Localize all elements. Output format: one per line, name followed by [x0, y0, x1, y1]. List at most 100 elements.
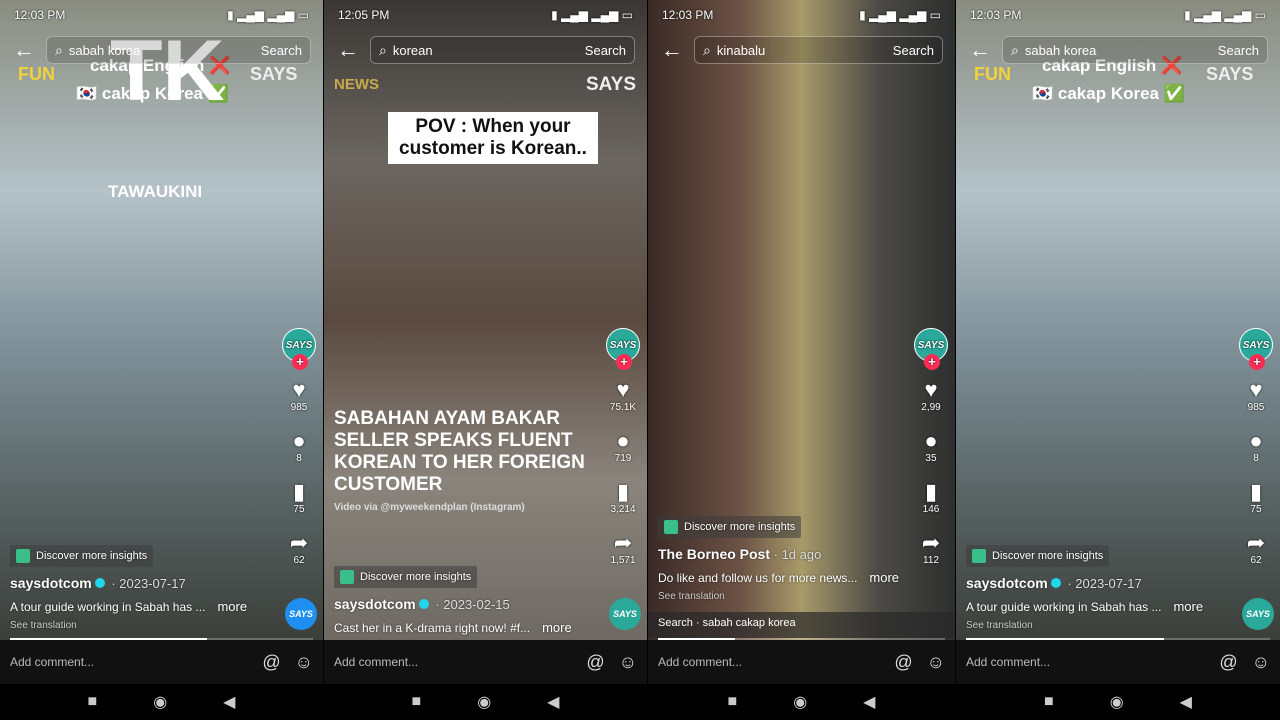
share-button[interactable]: ➦ 112	[922, 531, 940, 567]
music-disc[interactable]: SAYS	[285, 598, 317, 630]
search-input[interactable]: ⌕ korean Search	[370, 36, 635, 64]
search-button[interactable]: Search	[893, 43, 934, 58]
video-player[interactable]	[324, 0, 647, 640]
search-input[interactable]: ⌕ sabah korea Search	[46, 36, 311, 64]
at-icon[interactable]: @	[894, 652, 912, 673]
home-button[interactable]: ◉	[153, 692, 167, 712]
back-button[interactable]: ◀	[1180, 692, 1192, 712]
follow-plus-icon[interactable]: +	[1249, 354, 1265, 370]
discover-insights-chip[interactable]: Discover more insights	[658, 516, 802, 538]
status-time: 12:03 PM	[970, 8, 1022, 22]
back-arrow-icon[interactable]: ←	[10, 37, 38, 63]
search-button[interactable]: Search	[1218, 43, 1259, 58]
save-button[interactable]: ▮ 75	[1250, 480, 1262, 516]
discover-insights-chip[interactable]: Discover more insights	[10, 545, 154, 567]
save-button[interactable]: ▮ 75	[293, 480, 305, 516]
tiktok-phone-panel: FUN SAYS cakap English ❌ 🇰🇷 cakap Korea ✅ 12…	[956, 0, 1280, 720]
like-button[interactable]: ♥ 75.1K	[610, 378, 636, 414]
search-query: sabah korea	[68, 42, 141, 58]
follow-plus-icon[interactable]: +	[292, 354, 308, 370]
video-info: Discover more insights saysdotcom · 2023-…	[966, 545, 1226, 631]
see-translation-link[interactable]: See translation	[966, 620, 1226, 631]
comment-button[interactable]: ● 35	[924, 428, 938, 465]
add-comment-input[interactable]: Add comment...	[334, 655, 572, 669]
comment-button[interactable]: ● 8	[292, 429, 305, 465]
related-search-bar[interactable]: Search · sabah cakap korea	[648, 612, 955, 638]
comment-icon: ●	[924, 428, 938, 453]
author-name[interactable]: saysdotcom	[10, 575, 92, 591]
home-button[interactable]: ◉	[793, 692, 807, 712]
discover-insights-chip[interactable]: Discover more insights	[334, 566, 478, 588]
creator-avatar[interactable]: SAYS +	[606, 328, 640, 370]
author-name[interactable]: The Borneo Post	[658, 546, 770, 562]
follow-plus-icon[interactable]: +	[924, 354, 940, 370]
more-link[interactable]: more	[542, 620, 572, 635]
follow-plus-icon[interactable]: +	[616, 354, 632, 370]
back-button[interactable]: ◀	[223, 692, 235, 712]
top-search-bar: ← ⌕ sabah korea Search	[966, 36, 1268, 64]
comment-button[interactable]: ● 719	[614, 428, 632, 465]
share-button[interactable]: ➦ 62	[289, 530, 309, 567]
see-translation-link[interactable]: See translation	[658, 591, 901, 602]
recents-button[interactable]: ■	[1044, 693, 1054, 711]
see-translation-link[interactable]: See translation	[10, 620, 269, 631]
add-comment-input[interactable]: Add comment...	[10, 655, 248, 669]
creator-avatar[interactable]: SAYS +	[282, 328, 316, 370]
save-button[interactable]: ▮ 3,214	[610, 480, 636, 516]
back-button[interactable]: ◀	[547, 692, 559, 712]
share-icon: ➦	[289, 530, 309, 555]
separator: ·	[431, 597, 444, 612]
share-icon: ➦	[613, 530, 633, 555]
like-button[interactable]: ♥ 985	[1248, 378, 1265, 414]
search-input[interactable]: ⌕ kinabalu Search	[694, 36, 943, 64]
discover-label: Discover more insights	[992, 550, 1104, 562]
share-button[interactable]: ➦ 1,571	[610, 530, 635, 567]
back-arrow-icon[interactable]: ←	[334, 37, 362, 63]
author-name[interactable]: saysdotcom	[334, 596, 416, 612]
action-rail: SAYS + ♥ 985 ● 8 ▮ 75 ➦ 62	[279, 328, 319, 566]
add-comment-input[interactable]: Add comment...	[658, 655, 880, 669]
action-count: 719	[614, 453, 632, 464]
action-rail: SAYS + ♥ 2,99 ● 35 ▮ 146 ➦ 112	[911, 328, 951, 566]
back-arrow-icon[interactable]: ←	[966, 37, 994, 63]
back-button[interactable]: ◀	[863, 692, 875, 712]
action-count: 3,214	[610, 504, 636, 515]
emoji-icon[interactable]: ☺	[1252, 652, 1270, 673]
comment-button[interactable]: ● 8	[1249, 429, 1262, 465]
back-arrow-icon[interactable]: ←	[658, 37, 686, 63]
discover-label: Discover more insights	[360, 571, 472, 583]
author-name[interactable]: saysdotcom	[966, 575, 1048, 591]
emoji-icon[interactable]: ☺	[295, 652, 313, 673]
at-icon[interactable]: @	[586, 652, 604, 673]
search-button[interactable]: Search	[585, 43, 626, 58]
more-link[interactable]: more	[869, 570, 899, 585]
search-input[interactable]: ⌕ sabah korea Search	[1002, 36, 1268, 64]
like-button[interactable]: ♥ 985	[291, 378, 308, 414]
recents-button[interactable]: ■	[88, 693, 98, 711]
comment-icon: ●	[616, 428, 630, 453]
music-disc[interactable]: SAYS	[1242, 598, 1274, 630]
music-disc[interactable]: SAYS	[609, 598, 641, 630]
like-button[interactable]: ♥ 2,99	[921, 378, 940, 414]
related-search-text: Search · sabah cakap korea	[658, 617, 796, 629]
search-button[interactable]: Search	[261, 43, 302, 58]
more-link[interactable]: more	[1173, 599, 1203, 614]
share-button[interactable]: ➦ 62	[1247, 531, 1265, 567]
home-button[interactable]: ◉	[1110, 692, 1124, 712]
creator-avatar[interactable]: SAYS +	[1239, 328, 1273, 370]
at-icon[interactable]: @	[262, 652, 280, 673]
recents-button[interactable]: ■	[412, 693, 422, 711]
discover-insights-chip[interactable]: Discover more insights	[966, 545, 1110, 567]
more-link[interactable]: more	[217, 599, 247, 614]
emoji-icon[interactable]: ☺	[927, 652, 945, 673]
home-button[interactable]: ◉	[477, 692, 491, 712]
emoji-icon[interactable]: ☺	[619, 652, 637, 673]
video-overlay-text: SABAHAN AYAM BAKAR SELLER SPEAKS FLUENT …	[334, 408, 585, 495]
recents-button[interactable]: ■	[728, 693, 738, 711]
creator-avatar[interactable]: SAYS +	[914, 328, 948, 370]
action-rail: SAYS + ♥ 985 ● 8 ▮ 75 ➦ 62	[1236, 328, 1276, 566]
add-comment-input[interactable]: Add comment...	[966, 655, 1205, 669]
save-button[interactable]: ▮ 146	[923, 480, 940, 516]
caption-text: Cast her in a K-drama right now! #f...	[334, 621, 531, 635]
at-icon[interactable]: @	[1219, 652, 1237, 673]
